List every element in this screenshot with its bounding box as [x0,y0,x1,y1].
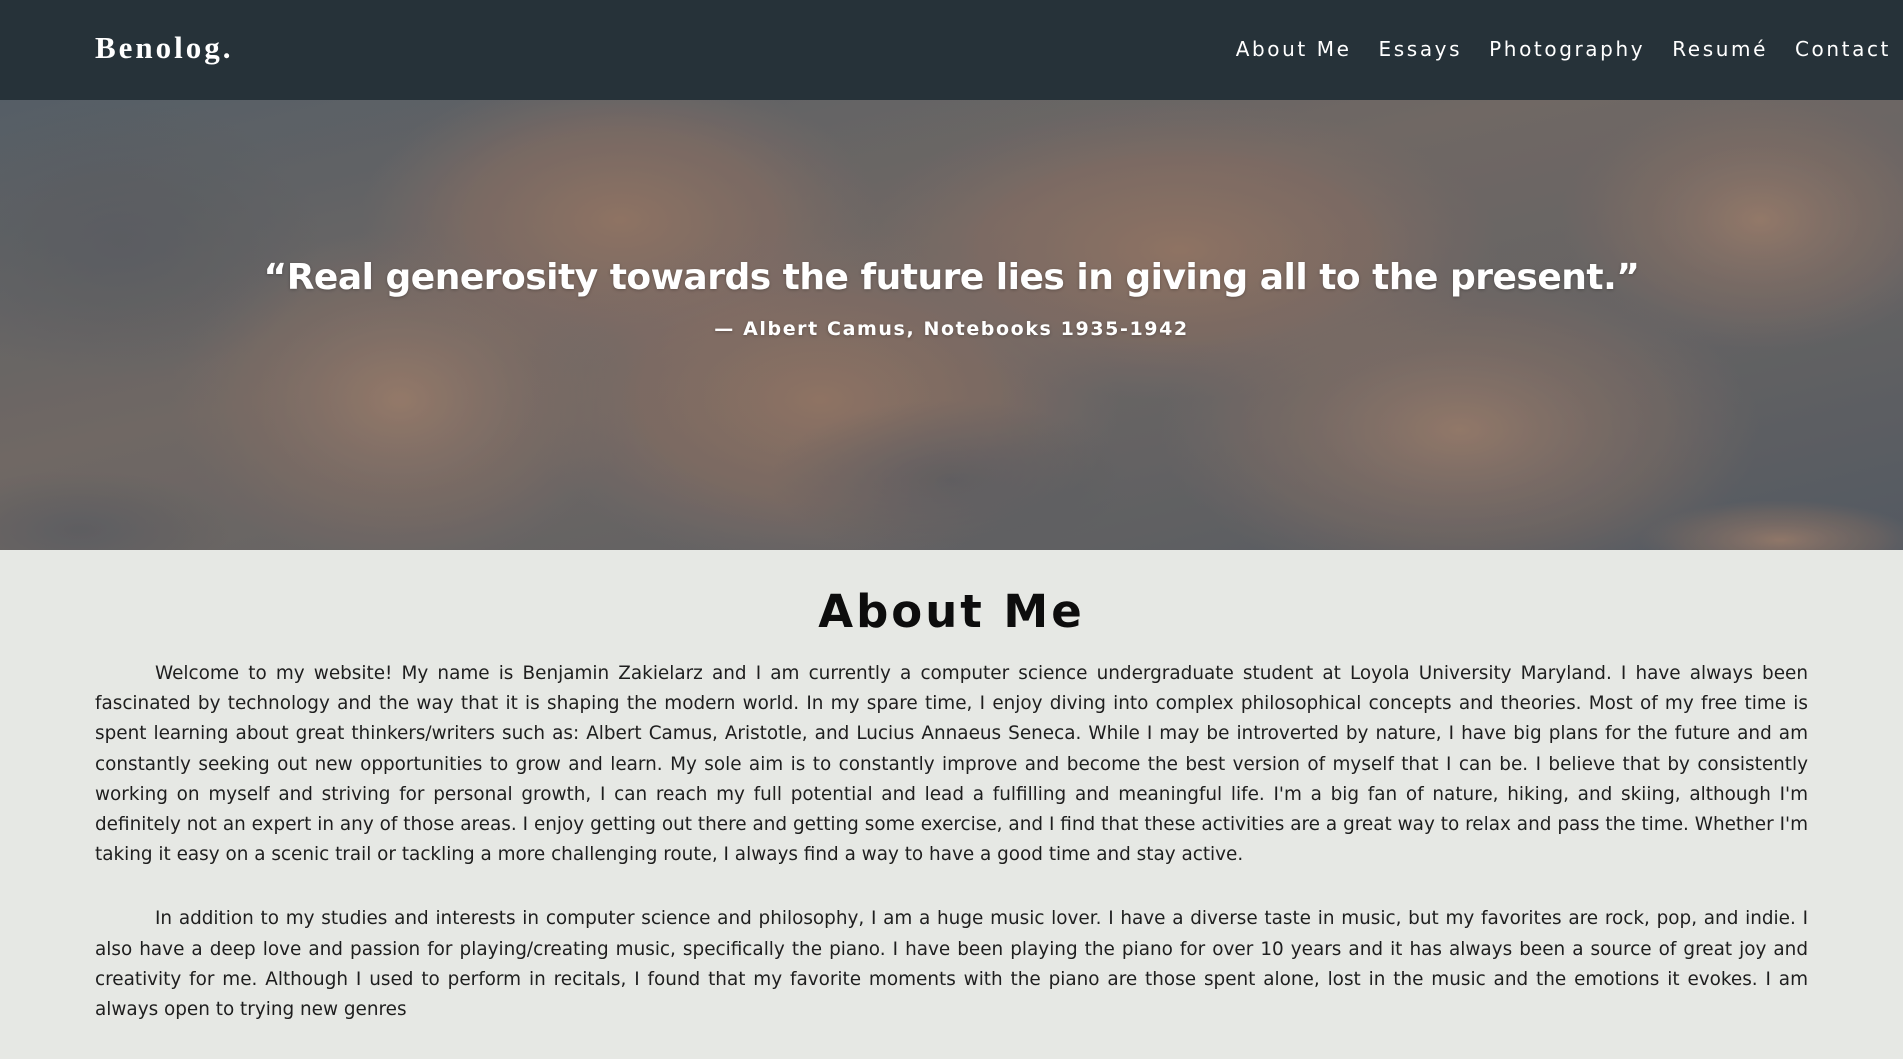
nav-menu: About Me Essays Photography Resumé Conta… [1236,37,1891,61]
site-logo[interactable]: Benolog. [95,30,234,66]
top-navbar: Benolog. About Me Essays Photography Res… [0,0,1903,100]
nav-link-about-me[interactable]: About Me [1236,37,1352,61]
hero-quote-attribution: — Albert Camus, Notebooks 1935-1942 [714,318,1189,340]
nav-link-resume[interactable]: Resumé [1672,37,1768,61]
hero-banner: “Real generosity towards the future lies… [0,100,1903,550]
about-heading: About Me [818,585,1085,638]
hero-quote: “Real generosity towards the future lies… [263,257,1640,298]
nav-link-essays[interactable]: Essays [1379,37,1463,61]
nav-link-contact[interactable]: Contact [1795,37,1891,61]
nav-link-photography[interactable]: Photography [1489,37,1645,61]
about-paragraph: In addition to my studies and interests … [95,908,1808,1021]
about-body: Welcome to my website! My name is Benjam… [95,659,1808,1059]
about-paragraph: Welcome to my website! My name is Benjam… [95,663,1808,866]
about-section: About Me Welcome to my website! My name … [0,550,1903,1020]
